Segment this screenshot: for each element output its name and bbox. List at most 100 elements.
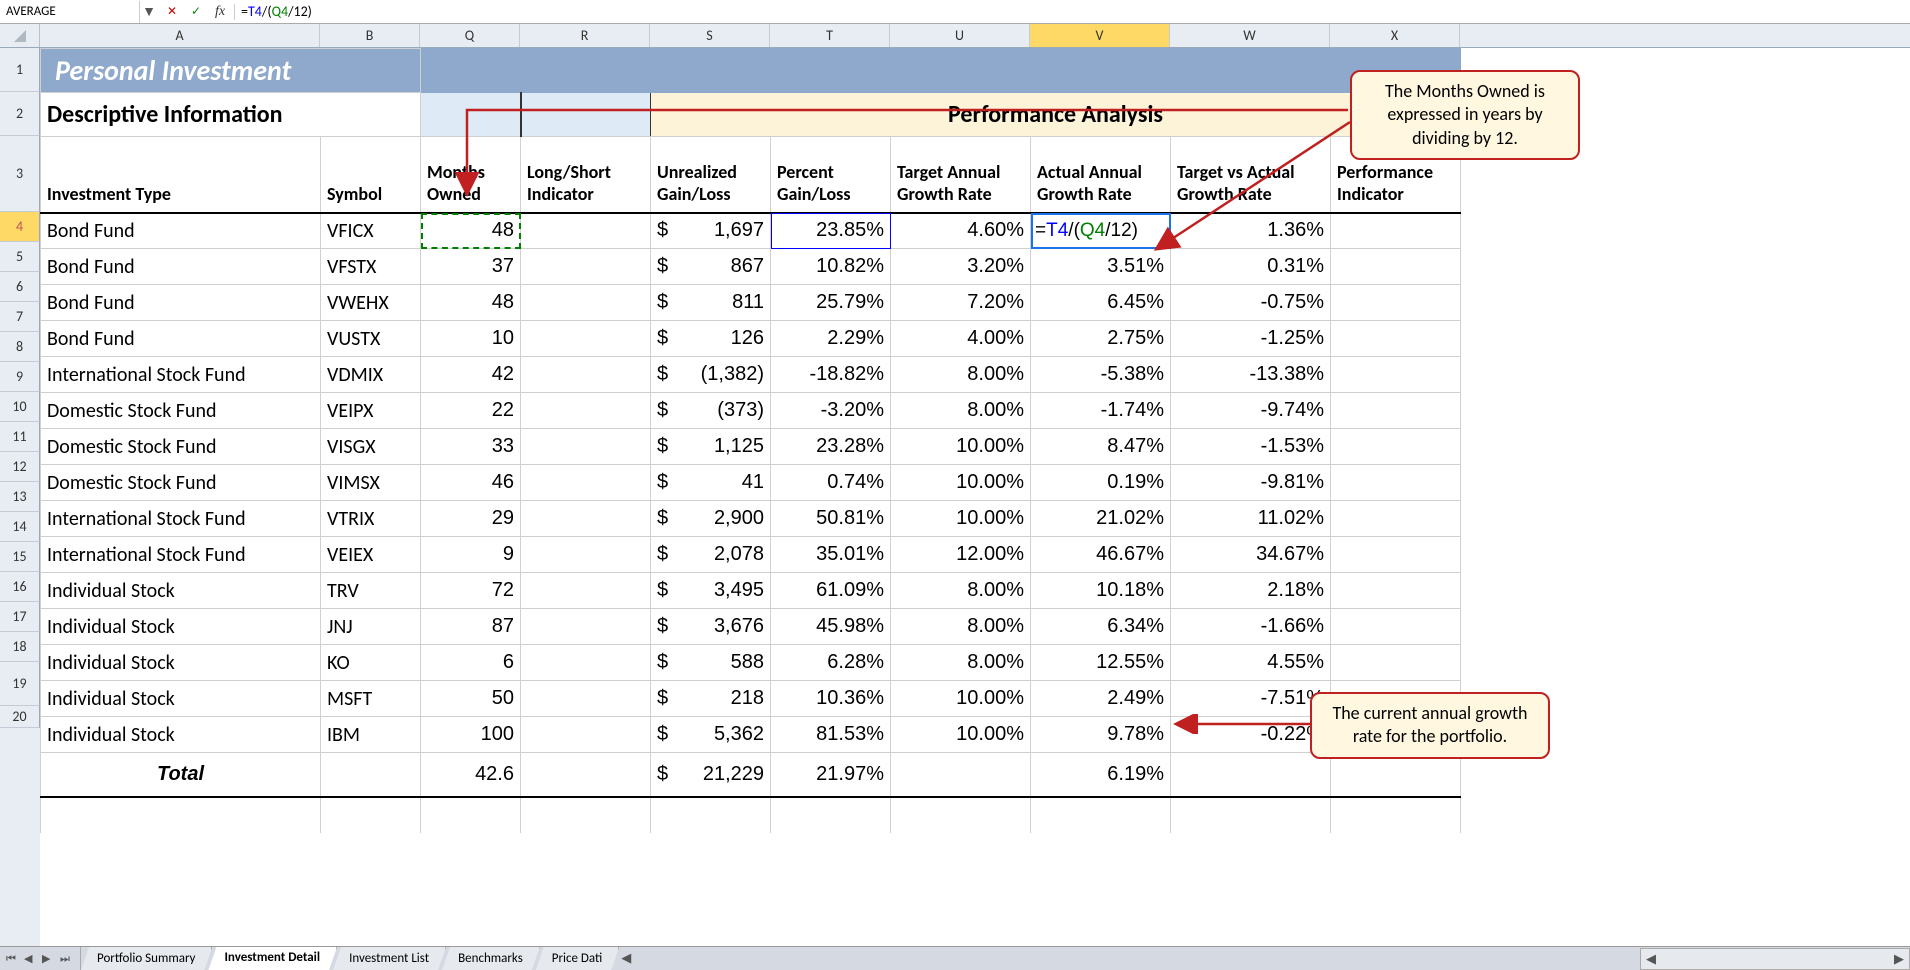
- cell-Q5[interactable]: 37: [421, 249, 521, 285]
- cell-T15[interactable]: 45.98%: [771, 609, 891, 645]
- cell-X16[interactable]: [1331, 645, 1461, 681]
- cell-r20-2[interactable]: [421, 797, 521, 833]
- cell-R16[interactable]: [521, 645, 651, 681]
- cell-S12[interactable]: $2,900: [651, 501, 771, 537]
- cell-B4[interactable]: VFICX: [321, 213, 421, 249]
- cell-S14[interactable]: $3,495: [651, 573, 771, 609]
- cell-B14[interactable]: TRV: [321, 573, 421, 609]
- cell-A12[interactable]: International Stock Fund: [41, 501, 321, 537]
- cell-A8[interactable]: International Stock Fund: [41, 357, 321, 393]
- cell-U15[interactable]: 8.00%: [891, 609, 1031, 645]
- sheet-tab-investment-list[interactable]: Investment List: [333, 947, 446, 970]
- cell-Q16[interactable]: 6: [421, 645, 521, 681]
- cell-T7[interactable]: 2.29%: [771, 321, 891, 357]
- cancel-button[interactable]: ✕: [164, 4, 180, 20]
- cell-T9[interactable]: -3.20%: [771, 393, 891, 429]
- tab-next-button[interactable]: ▶: [42, 952, 56, 965]
- cell-B12[interactable]: VTRIX: [321, 501, 421, 537]
- cell-B9[interactable]: VEIPX: [321, 393, 421, 429]
- cell-Q18[interactable]: 100: [421, 717, 521, 753]
- cell-r20-1[interactable]: [321, 797, 421, 833]
- row-header-2[interactable]: 2: [0, 92, 40, 136]
- tab-prev-button[interactable]: ◀: [24, 952, 38, 965]
- cell-S15[interactable]: $3,676: [651, 609, 771, 645]
- row-header-3[interactable]: 3: [0, 136, 40, 212]
- cell-S10[interactable]: $1,125: [651, 429, 771, 465]
- cell-Q19[interactable]: 42.6: [421, 753, 521, 797]
- cell[interactable]: [651, 49, 771, 93]
- cell-S13[interactable]: $2,078: [651, 537, 771, 573]
- row-header-17[interactable]: 17: [0, 602, 40, 632]
- cell-W11[interactable]: -9.81%: [1171, 465, 1331, 501]
- cell-r20-6[interactable]: [891, 797, 1031, 833]
- cell-r20-8[interactable]: [1171, 797, 1331, 833]
- cell-A13[interactable]: International Stock Fund: [41, 537, 321, 573]
- cell-S19[interactable]: $21,229: [651, 753, 771, 797]
- cell[interactable]: [1031, 49, 1171, 93]
- cell-A9[interactable]: Domestic Stock Fund: [41, 393, 321, 429]
- cell-R9[interactable]: [521, 393, 651, 429]
- cell-S18[interactable]: $5,362: [651, 717, 771, 753]
- cell[interactable]: [421, 49, 521, 93]
- spreadsheet[interactable]: Personal InvestmentDescriptive Informati…: [40, 48, 1910, 946]
- cell-B17[interactable]: MSFT: [321, 681, 421, 717]
- select-all-corner[interactable]: [0, 24, 40, 47]
- cell-U6[interactable]: 7.20%: [891, 285, 1031, 321]
- cell-A16[interactable]: Individual Stock: [41, 645, 321, 681]
- cell-B16[interactable]: KO: [321, 645, 421, 681]
- row-header-9[interactable]: 9: [0, 362, 40, 392]
- cell-Q6[interactable]: 48: [421, 285, 521, 321]
- cell-V13[interactable]: 46.67%: [1031, 537, 1171, 573]
- cell-r20-4[interactable]: [651, 797, 771, 833]
- cell-S7[interactable]: $126: [651, 321, 771, 357]
- cell[interactable]: [771, 49, 891, 93]
- cell-T19[interactable]: 21.97%: [771, 753, 891, 797]
- row-header-16[interactable]: 16: [0, 572, 40, 602]
- row-header-4[interactable]: 4: [0, 212, 40, 242]
- scroll-right-button[interactable]: ▶: [1889, 952, 1909, 967]
- column-header-A[interactable]: A: [40, 24, 320, 47]
- cell-U11[interactable]: 10.00%: [891, 465, 1031, 501]
- row-header-6[interactable]: 6: [0, 272, 40, 302]
- cell-U14[interactable]: 8.00%: [891, 573, 1031, 609]
- cell-Q9[interactable]: 22: [421, 393, 521, 429]
- column-header-W[interactable]: W: [1170, 24, 1330, 47]
- cell-W12[interactable]: 11.02%: [1171, 501, 1331, 537]
- column-header-Q[interactable]: Q: [420, 24, 520, 47]
- cell-S17[interactable]: $218: [651, 681, 771, 717]
- formula-input[interactable]: =T4/(Q4/12): [235, 1, 1910, 23]
- cell-R18[interactable]: [521, 717, 651, 753]
- cell-W17[interactable]: -7.51%: [1171, 681, 1331, 717]
- cell-R10[interactable]: [521, 429, 651, 465]
- cell-X9[interactable]: [1331, 393, 1461, 429]
- cell-Q10[interactable]: 33: [421, 429, 521, 465]
- cell-U13[interactable]: 12.00%: [891, 537, 1031, 573]
- cell[interactable]: [521, 49, 651, 93]
- cell-U17[interactable]: 10.00%: [891, 681, 1031, 717]
- cell-V8[interactable]: -5.38%: [1031, 357, 1171, 393]
- cell-B10[interactable]: VISGX: [321, 429, 421, 465]
- cell-Q14[interactable]: 72: [421, 573, 521, 609]
- row-header-13[interactable]: 13: [0, 482, 40, 512]
- cell-Q12[interactable]: 29: [421, 501, 521, 537]
- cell-U5[interactable]: 3.20%: [891, 249, 1031, 285]
- cell-T17[interactable]: 10.36%: [771, 681, 891, 717]
- cell-T14[interactable]: 61.09%: [771, 573, 891, 609]
- cell-B15[interactable]: JNJ: [321, 609, 421, 645]
- cell-W6[interactable]: -0.75%: [1171, 285, 1331, 321]
- cell-T13[interactable]: 35.01%: [771, 537, 891, 573]
- cell-W14[interactable]: 2.18%: [1171, 573, 1331, 609]
- cell-r20-9[interactable]: [1331, 797, 1461, 833]
- cell-V12[interactable]: 21.02%: [1031, 501, 1171, 537]
- cell-X7[interactable]: [1331, 321, 1461, 357]
- cell-A7[interactable]: Bond Fund: [41, 321, 321, 357]
- sheet-tab-price-dati[interactable]: Price Dati: [536, 947, 619, 970]
- tab-scroll-left[interactable]: ◀: [621, 947, 631, 970]
- column-header-S[interactable]: S: [650, 24, 770, 47]
- cell-W8[interactable]: -13.38%: [1171, 357, 1331, 393]
- sheet-tab-benchmarks[interactable]: Benchmarks: [442, 947, 540, 970]
- cell-r20-7[interactable]: [1031, 797, 1171, 833]
- cell-S11[interactable]: $41: [651, 465, 771, 501]
- cell-R12[interactable]: [521, 501, 651, 537]
- cell-A6[interactable]: Bond Fund: [41, 285, 321, 321]
